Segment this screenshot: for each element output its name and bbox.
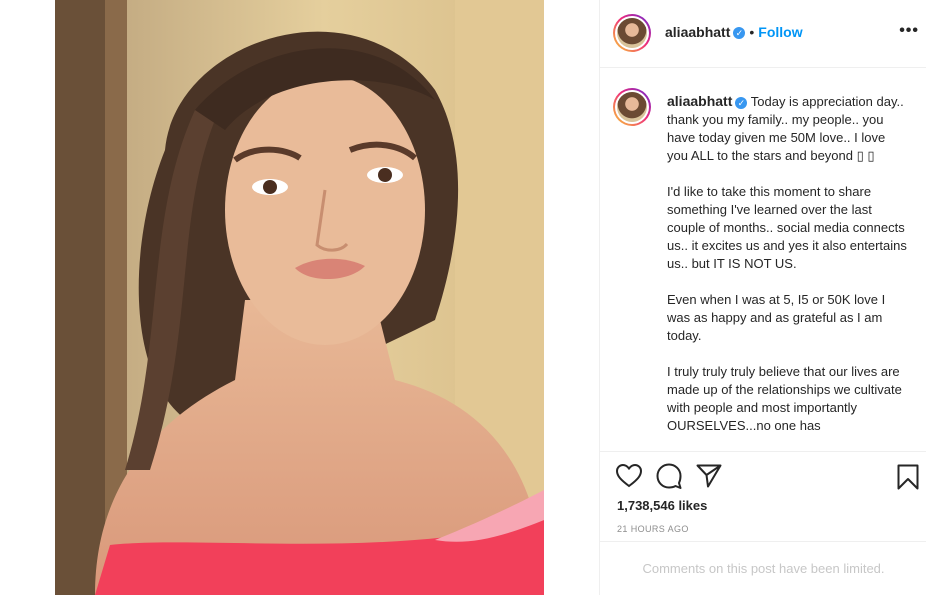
follow-button[interactable]: Follow [758, 24, 802, 40]
post-side-panel: aliaabhatt ✓ • Follow ••• aliaabhatt ✓ Today… [599, 0, 926, 595]
bookmark-icon[interactable] [897, 464, 919, 495]
caption-verified-badge-icon: ✓ [735, 96, 748, 109]
verified-badge-icon: ✓ [733, 26, 746, 39]
separator-dot: • [749, 24, 755, 40]
caption-area: aliaabhatt ✓ Today is appreciation day.. … [600, 69, 926, 451]
post-header: aliaabhatt ✓ • Follow ••• [600, 0, 926, 68]
header-avatar[interactable] [613, 14, 651, 52]
likes-count[interactable]: 1,738,546 likes [617, 498, 707, 513]
photo-illustration [55, 0, 544, 595]
caption-paragraph-4: I truly truly truly believe that our liv… [667, 364, 902, 433]
caption-username[interactable]: aliaabhatt [667, 93, 732, 109]
more-options-icon[interactable]: ••• [899, 22, 919, 40]
comment-icon[interactable] [656, 463, 682, 494]
header-user-line: aliaabhatt ✓ • Follow [665, 24, 803, 42]
left-gutter [0, 0, 55, 595]
post-photo[interactable] [55, 0, 544, 595]
caption-paragraph-3: Even when I was at 5, I5 or 50K love I w… [667, 292, 886, 343]
caption-avatar[interactable] [613, 88, 651, 126]
caption-text: aliaabhatt ✓ Today is appreciation day.. … [667, 92, 907, 451]
post-actions: 1,738,546 likes 21 HOURS AGO [600, 451, 926, 541]
comments-limited-notice: Comments on this post have been limited. [600, 541, 926, 595]
caption-paragraph-2: I'd like to take this moment to share so… [667, 184, 907, 271]
heart-icon[interactable] [615, 463, 643, 493]
caption-paragraph-1: aliaabhatt ✓ Today is appreciation day.. … [667, 92, 907, 165]
share-icon[interactable] [696, 464, 722, 493]
header-username[interactable]: aliaabhatt [665, 24, 730, 40]
post-timestamp[interactable]: 21 HOURS AGO [617, 524, 689, 534]
